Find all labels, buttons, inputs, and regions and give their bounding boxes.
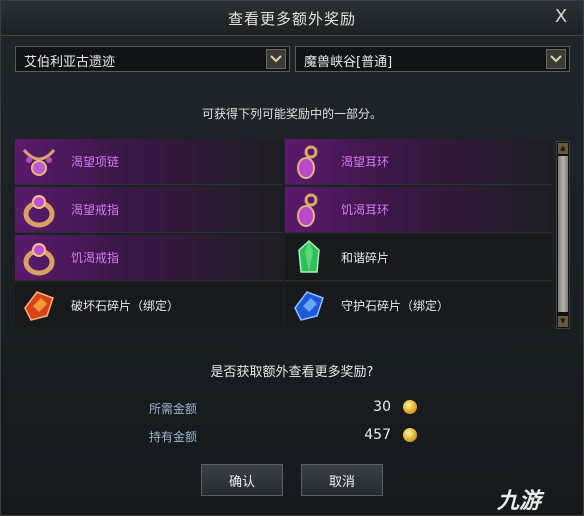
reward-item[interactable]: 和谐碎片 (285, 235, 552, 281)
reward-item[interactable]: 渴望项链 (15, 139, 283, 185)
info-text: 可获得下列可能奖励中的一部分。 (201, 107, 382, 121)
blue-stone-icon (294, 291, 324, 321)
dialog-title: 查看更多额外奖励 (227, 10, 356, 28)
reward-list: 渴望项链 渴望耳环 渴望戒指 饥渴耳环 饥渴戒指 和谐碎片 破坏石碎片（绑定） … (15, 139, 552, 327)
scroll-down-icon[interactable]: ▼ (558, 316, 568, 327)
earring-icon (297, 145, 318, 179)
ring-icon (23, 195, 55, 228)
reward-name: 守护石碎片（绑定） (341, 299, 450, 313)
cancel-button[interactable]: 取消 (301, 464, 383, 496)
reward-item[interactable]: 守护石碎片（绑定） (285, 283, 552, 327)
red-stone-icon (24, 291, 54, 321)
reward-item[interactable]: 渴望戒指 (15, 187, 283, 233)
chevron-down-icon[interactable] (266, 49, 286, 69)
reward-name: 饥渴耳环 (341, 203, 390, 217)
watermark-text: 九游 (497, 489, 542, 514)
necklace-icon (22, 149, 56, 176)
gold-coin-icon (403, 400, 417, 414)
extra-rewards-dialog: 查看更多额外奖励 X 艾伯利亚古遗迹 魔兽峡谷[普通] 可获得下列可能奖励中的一… (0, 0, 584, 516)
cost-label: 所需金额 (149, 402, 198, 416)
watermark-logo: 九游 (497, 483, 541, 515)
title-bar: 查看更多额外奖励 X (1, 1, 583, 36)
scrollbar-thumb[interactable] (558, 156, 568, 312)
confirm-button[interactable]: 确认 (201, 464, 283, 496)
reward-item[interactable]: 饥渴戒指 (15, 235, 283, 281)
confirm-question: 是否获取额外查看更多奖励? (210, 365, 374, 380)
gold-coin-icon (403, 428, 417, 442)
reward-name: 渴望项链 (71, 155, 120, 169)
owned-label: 持有金额 (149, 430, 198, 444)
close-button[interactable]: X (551, 6, 571, 28)
ring-icon (23, 243, 55, 276)
reward-name: 饥渴戒指 (71, 251, 120, 265)
reward-list-scrollbar[interactable]: ▲ ▼ (556, 141, 570, 329)
reward-item[interactable]: 破坏石碎片（绑定） (15, 283, 283, 327)
dungeon-select[interactable]: 艾伯利亚古遗迹 (15, 46, 290, 72)
difficulty-select[interactable]: 魔兽峡谷[普通] (295, 46, 570, 72)
reward-name: 破坏石碎片（绑定） (71, 299, 180, 313)
chevron-down-icon[interactable] (546, 49, 566, 69)
reward-name: 和谐碎片 (341, 251, 390, 265)
reward-name: 渴望戒指 (71, 203, 120, 217)
owned-value: 457 (364, 427, 391, 443)
earring-icon (297, 193, 318, 227)
difficulty-select-value: 魔兽峡谷[普通] (304, 55, 393, 70)
reward-item[interactable]: 饥渴耳环 (285, 187, 552, 233)
cost-value: 30 (373, 399, 391, 415)
scroll-up-icon[interactable]: ▲ (558, 143, 568, 154)
reward-item[interactable]: 渴望耳环 (285, 139, 552, 185)
green-crystal-icon (298, 239, 320, 273)
reward-name: 渴望耳环 (341, 155, 390, 169)
dungeon-select-value: 艾伯利亚古遗迹 (24, 55, 116, 70)
